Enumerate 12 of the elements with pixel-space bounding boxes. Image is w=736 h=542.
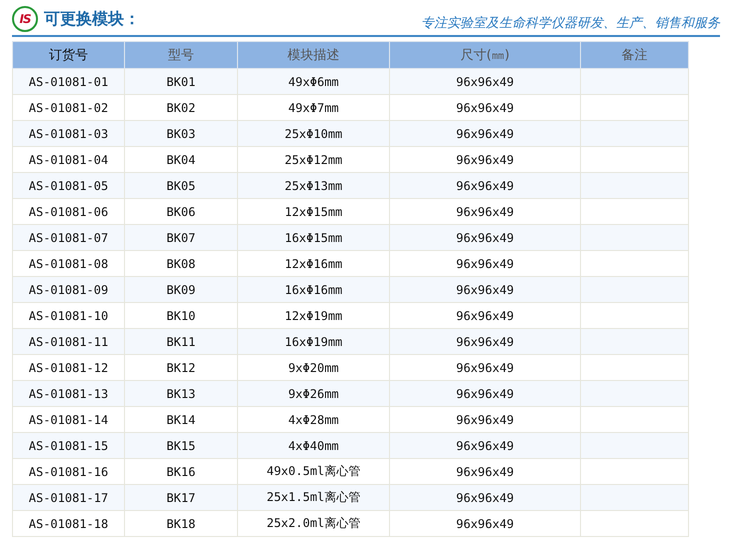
column-header[interactable]: 尺寸(㎜) [390, 42, 580, 68]
column-header[interactable]: 订货号 [12, 42, 124, 68]
logo: IS [12, 6, 38, 32]
column-header[interactable]: 备注 [580, 42, 688, 68]
size-cell: 96x96x49 [390, 510, 580, 536]
order-number-cell: AS-01081-18 [12, 510, 124, 536]
page-title: 可更换模块： [44, 8, 140, 30]
column-header[interactable]: 模块描述 [238, 42, 390, 68]
slogan: 专注实验室及生命科学仪器研发、生产、销售和服务 [421, 15, 720, 32]
model-cell: BK18 [124, 510, 238, 536]
description-cell: 25x2.0ml离心管 [238, 510, 390, 536]
column-header[interactable]: 型号 [124, 42, 238, 68]
